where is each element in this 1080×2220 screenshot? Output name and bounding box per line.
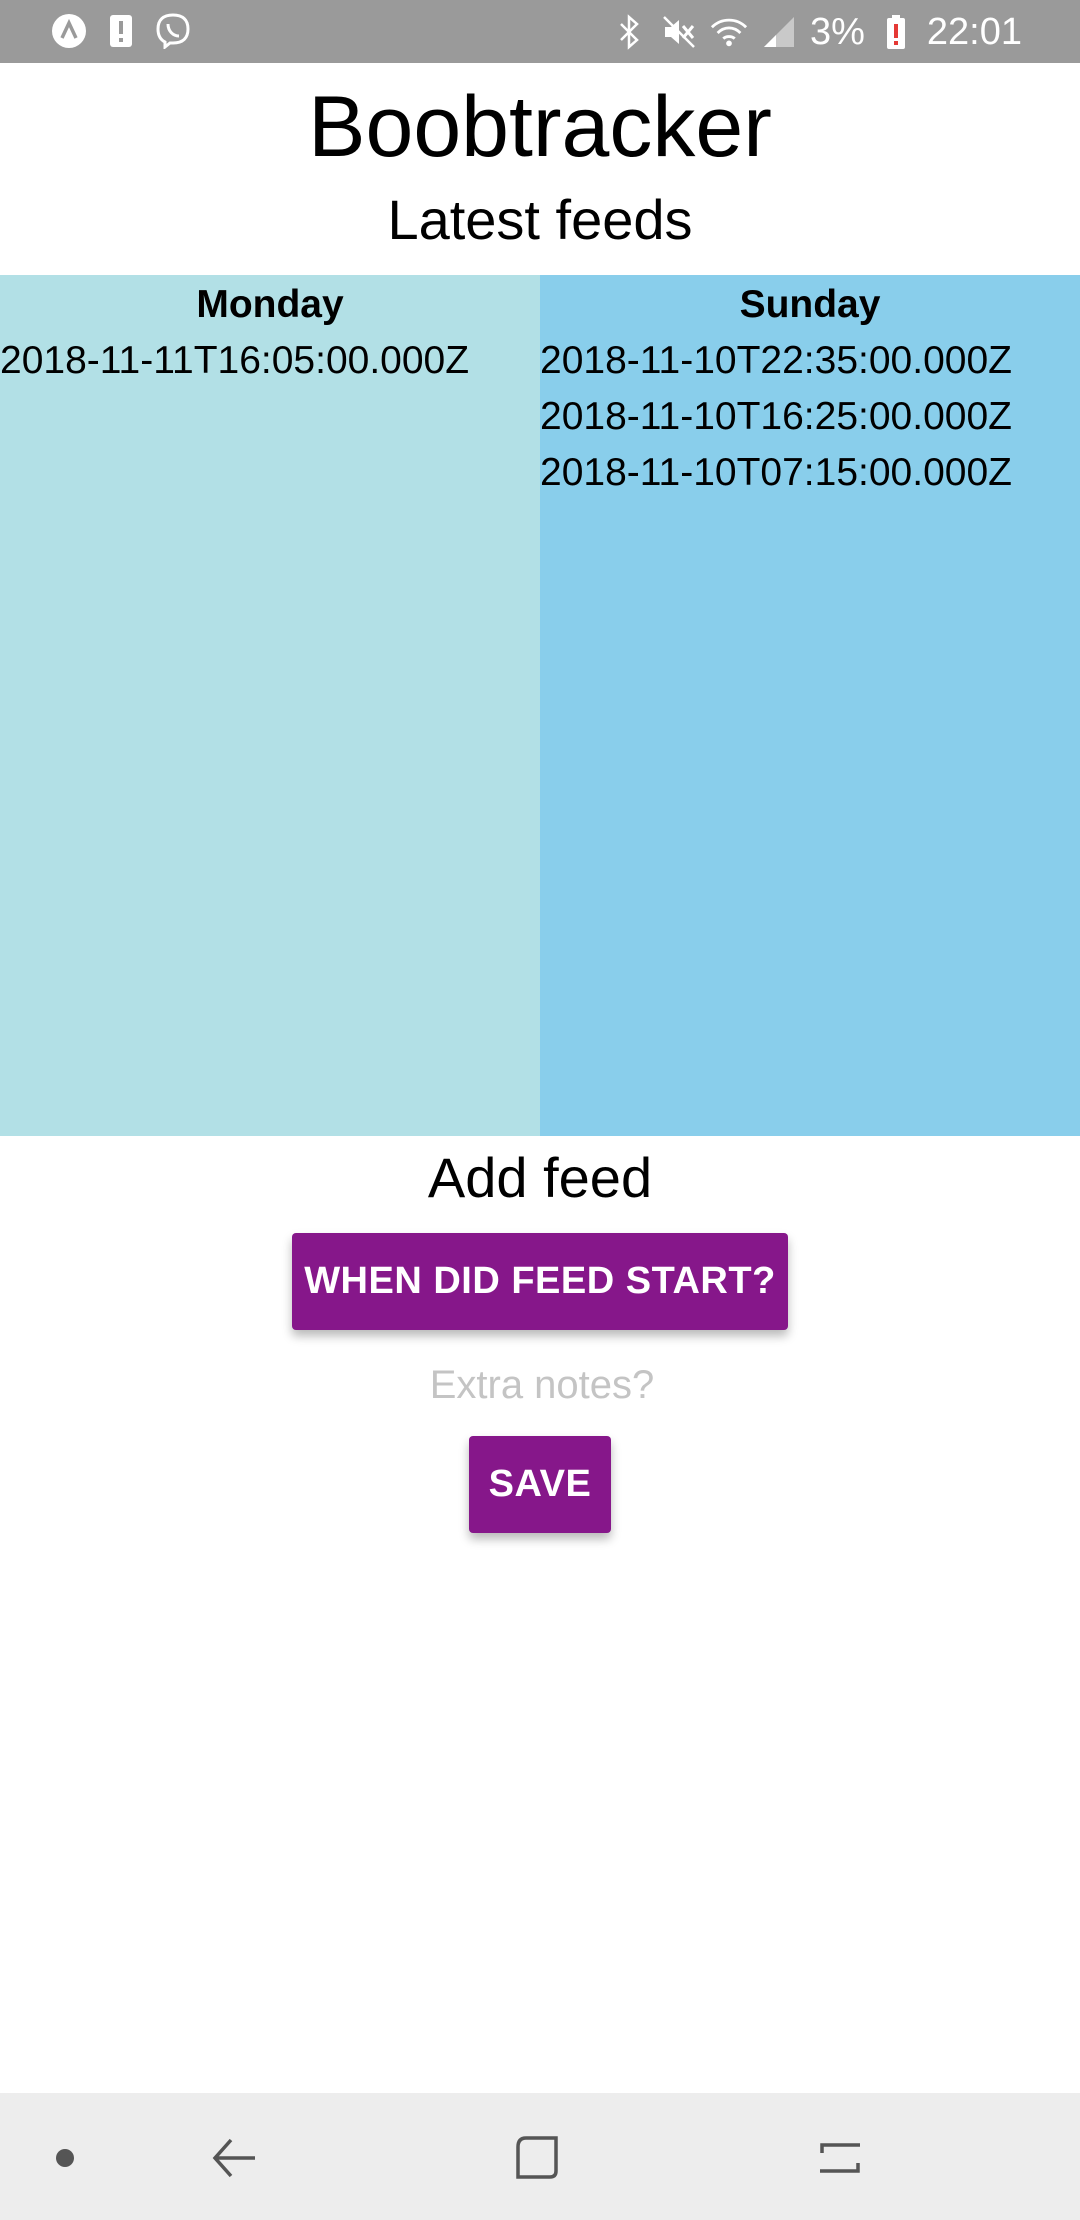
status-left-icons (50, 12, 192, 50)
viber-icon (154, 12, 192, 50)
battery-percent: 3% (809, 11, 865, 53)
feed-start-time-button[interactable]: WHEN DID FEED START? (292, 1233, 788, 1330)
mute-icon (660, 13, 698, 51)
home-icon[interactable] (502, 2123, 572, 2193)
status-bar: 3% 22:01 (0, 0, 1080, 63)
signal-icon (760, 13, 798, 51)
recents-icon[interactable] (805, 2123, 875, 2193)
status-right-icons: 3% 22:01 (610, 10, 1022, 54)
feed-entry: 2018-11-10T07:15:00.000Z (540, 451, 1012, 494)
bluetooth-icon (610, 13, 648, 51)
day-column-monday: Monday 2018-11-11T16:05:00.000Z (0, 275, 540, 1136)
feed-entry: 2018-11-10T22:35:00.000Z (540, 339, 1012, 382)
day-name: Monday (196, 283, 344, 326)
dot-icon[interactable] (30, 2123, 100, 2193)
extra-notes-input[interactable] (290, 1354, 794, 1416)
assistant-icon (50, 12, 88, 50)
battery-low-icon (877, 13, 915, 51)
app-title: Boobtracker (308, 79, 772, 175)
latest-feeds-grid: Monday 2018-11-11T16:05:00.000Z Sunday 2… (0, 275, 1080, 1136)
feed-entry: 2018-11-10T16:25:00.000Z (540, 395, 1012, 438)
navigation-bar (0, 2093, 1080, 2220)
latest-feeds-heading: Latest feeds (387, 188, 693, 251)
back-icon[interactable] (200, 2123, 270, 2193)
feed-entry: 2018-11-11T16:05:00.000Z (0, 339, 470, 382)
save-button[interactable]: SAVE (469, 1436, 611, 1533)
alert-icon (102, 12, 140, 50)
day-name: Sunday (739, 283, 881, 326)
day-column-sunday: Sunday 2018-11-10T22:35:00.000Z 2018-11-… (540, 275, 1080, 1136)
add-feed-heading: Add feed (427, 1146, 653, 1209)
wifi-icon (710, 13, 748, 51)
status-time: 22:01 (926, 11, 1022, 53)
